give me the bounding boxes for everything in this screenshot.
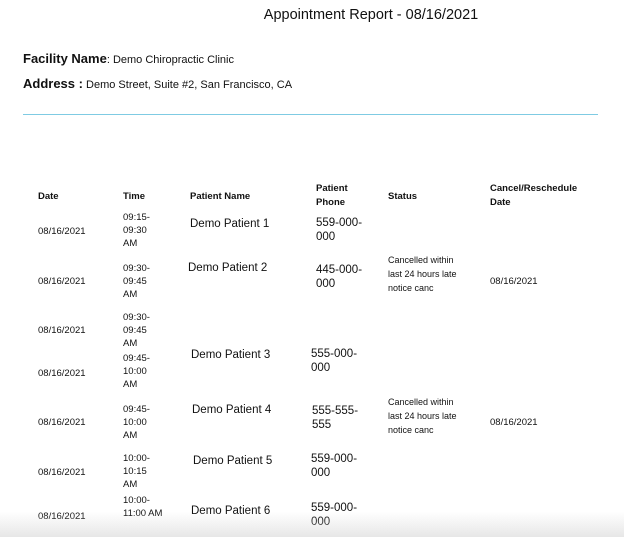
cell-patient-name: Demo Patient 3 [191,349,271,361]
cell-status: Cancelled within last 24 hours late noti… [388,255,457,293]
cell-time: 09:15-09:30 AM [123,212,150,249]
cell-date: 08/16/2021 [38,276,86,287]
address-label: Address : [23,76,83,91]
report-title: Appointment Report - 08/16/2021 [263,7,479,23]
facility-value: : Demo Chiropractic Clinic [106,54,234,66]
cell-patient-phone: 555-555-555 [312,405,359,431]
cell-time: 09:45-10:00 AM [123,404,150,441]
cell-patient-name: Demo Patient 1 [190,218,270,230]
header-status: Status [388,191,418,202]
cell-cancel-date: 08/16/2021 [490,276,538,287]
cell-status: Cancelled within last 24 hours late noti… [388,397,457,435]
header-patient-phone: Patient Phone [316,183,348,208]
facility-label: Facility Name [23,51,107,66]
cell-date: 08/16/2021 [38,511,86,522]
address-value: Demo Street, Suite #2, San Francisco, CA [82,79,293,91]
address-line: Address : Demo Street, Suite #2, San Fra… [23,76,292,91]
cell-patient-phone: 559-000-000 [311,453,358,479]
cell-patient-phone: 559-000-000 [316,217,363,243]
cell-time: 10:00-10:15 AM [123,453,150,490]
cell-date: 08/16/2021 [38,417,86,428]
cell-patient-name: Demo Patient 6 [191,505,271,517]
cell-patient-phone: 555-000-000 [311,348,358,374]
cell-patient-name: Demo Patient 5 [193,455,273,467]
header-time: Time [123,191,146,202]
cell-date: 08/16/2021 [38,467,86,478]
cell-patient-phone: 559-000-000 [311,502,358,528]
facility-line: Facility Name: Demo Chiropractic Clinic [23,51,234,66]
cell-date: 08/16/2021 [38,368,86,379]
cell-date: 08/16/2021 [38,325,86,336]
cell-cancel-date: 08/16/2021 [490,417,538,428]
cell-time: 09:45-10:00 AM [123,353,150,390]
cell-time: 10:00-11:00 AM [123,495,163,519]
header-cancel-date: Cancel/Reschedule Date [490,183,578,208]
cell-date: 08/16/2021 [38,226,86,237]
header-divider [23,114,598,115]
header-patient-name: Patient Name [190,191,251,202]
header-date: Date [38,191,59,202]
cell-patient-name: Demo Patient 2 [188,262,268,274]
cell-time: 09:30-09:45 AM [123,263,150,300]
cell-patient-name: Demo Patient 4 [192,404,272,416]
cell-patient-phone: 445-000-000 [316,264,363,290]
cell-time: 09:30-09:45 AM [123,312,150,349]
